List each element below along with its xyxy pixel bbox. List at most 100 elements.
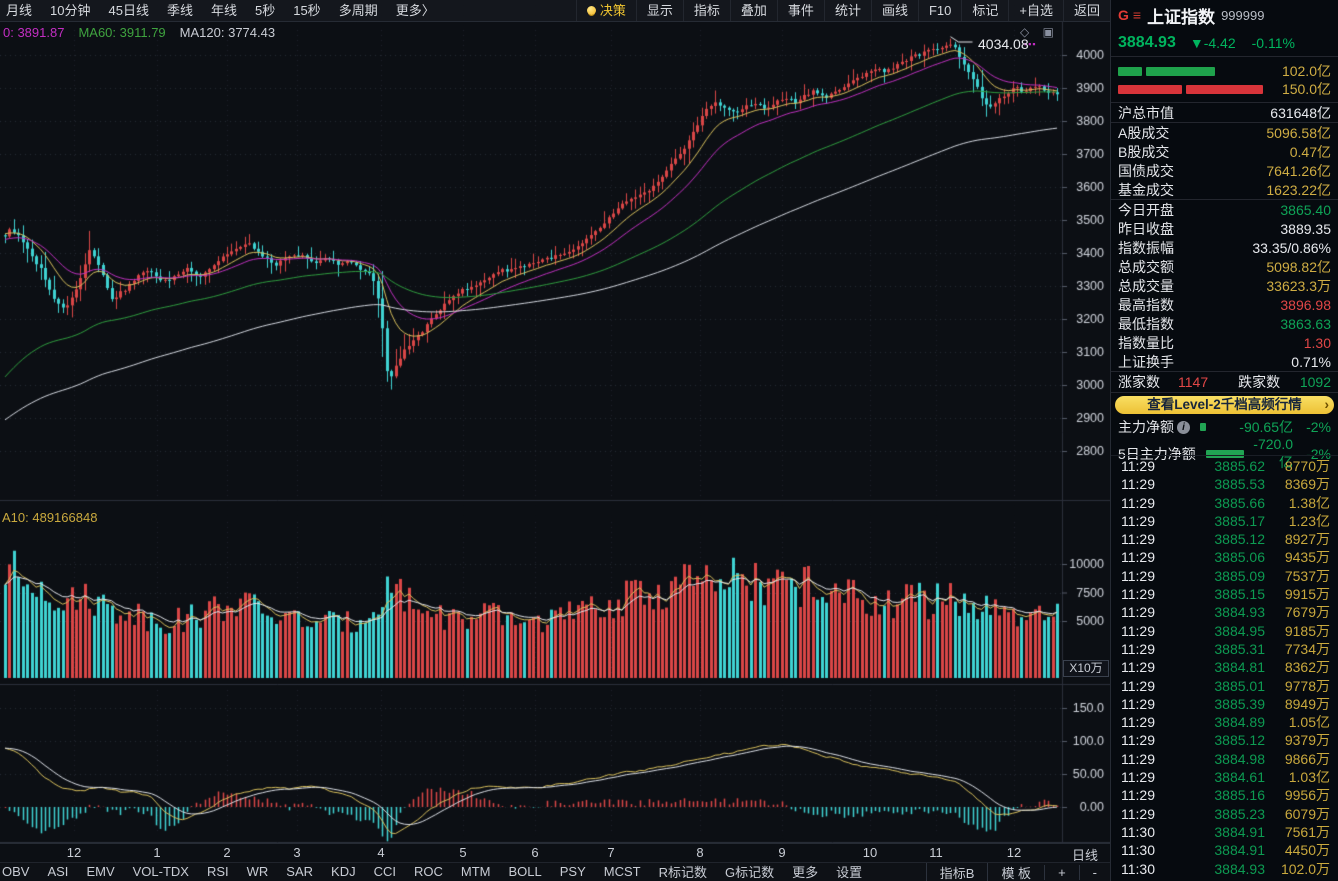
tick-row[interactable]: 11:293885.069435万	[1111, 547, 1338, 565]
tool-item-事件[interactable]: 事件	[777, 0, 824, 21]
tick-price: 3884.91	[1169, 824, 1265, 840]
stat-value: 3865.40	[1280, 202, 1331, 218]
stat-row-基金成交: 基金成交1623.22亿	[1111, 180, 1338, 199]
period-item-更多〉[interactable]: 更多〉	[387, 0, 444, 21]
tick-row[interactable]: 11:293884.937679万	[1111, 602, 1338, 620]
indicator-tab-ASI[interactable]: ASI	[38, 864, 77, 879]
tool-item-+自选[interactable]: +自选	[1008, 0, 1063, 21]
chart-canvas[interactable]	[0, 22, 1110, 843]
tool-item-返回[interactable]: 返回	[1063, 0, 1110, 21]
stat-row-总成交量: 总成交量33623.3万	[1111, 276, 1338, 295]
tick-volume: 9435万	[1265, 547, 1330, 567]
decliners-count: 1092	[1300, 374, 1331, 390]
tick-row[interactable]: 11:293885.019778万	[1111, 676, 1338, 694]
tab-right--[interactable]: -	[1079, 865, 1110, 880]
tool-item-画线[interactable]: 画线	[871, 0, 918, 21]
tick-volume: 9956万	[1265, 785, 1330, 805]
tool-item-决策[interactable]: 决策	[576, 0, 636, 21]
tick-row[interactable]: 11:293885.628770万	[1111, 456, 1338, 474]
tick-row[interactable]: 11:293884.611.03亿	[1111, 767, 1338, 785]
indicator-tab-R标记数[interactable]: R标记数	[650, 862, 716, 881]
indicator-tab-KDJ[interactable]: KDJ	[322, 864, 365, 879]
tick-row[interactable]: 11:293885.538369万	[1111, 474, 1338, 492]
tick-row[interactable]: 11:293885.128927万	[1111, 529, 1338, 547]
market-flag: G	[1118, 7, 1129, 23]
tick-time: 11:29	[1121, 769, 1169, 785]
stat-label: 昨日收盘	[1118, 219, 1174, 239]
tick-row[interactable]: 11:293885.097537万	[1111, 566, 1338, 584]
tick-time: 11:30	[1121, 842, 1169, 858]
tool-item-统计[interactable]: 统计	[824, 0, 871, 21]
indicator-tab-SAR[interactable]: SAR	[277, 864, 322, 879]
tab-right-+[interactable]: +	[1044, 865, 1079, 880]
indicator-tab-MCST[interactable]: MCST	[595, 864, 650, 879]
tool-item-F10[interactable]: F10	[918, 0, 961, 21]
tick-row[interactable]: 11:293885.661.38亿	[1111, 493, 1338, 511]
tool-item-标记[interactable]: 标记	[961, 0, 1008, 21]
period-item-5秒[interactable]: 5秒	[246, 0, 284, 21]
period-item-多周期[interactable]: 多周期	[330, 0, 387, 21]
indicator-tab-RSI[interactable]: RSI	[198, 864, 238, 879]
tick-row[interactable]: 11:303884.914450万	[1111, 840, 1338, 858]
tick-price: 3885.15	[1169, 586, 1265, 602]
stat-section: 沪总市值631648亿	[1111, 102, 1338, 122]
tick-row[interactable]: 11:293884.818362万	[1111, 657, 1338, 675]
tool-item-叠加[interactable]: 叠加	[730, 0, 777, 21]
month-label-1: 1	[153, 845, 160, 860]
indicator-tab-VOL-TDX[interactable]: VOL-TDX	[124, 864, 198, 879]
period-item-10分钟[interactable]: 10分钟	[41, 0, 99, 21]
indicator-tab-EMV[interactable]: EMV	[77, 864, 123, 879]
tick-row[interactable]: 11:293884.891.05亿	[1111, 712, 1338, 730]
stat-label: 国债成交	[1118, 161, 1174, 181]
tick-row[interactable]: 11:293884.989866万	[1111, 749, 1338, 767]
period-item-45日线[interactable]: 45日线	[99, 0, 157, 21]
menu-icon[interactable]: ≡	[1133, 7, 1141, 23]
tick-row[interactable]: 11:293885.169956万	[1111, 785, 1338, 803]
tick-price: 3885.39	[1169, 696, 1265, 712]
indicator-tab-PSY[interactable]: PSY	[551, 864, 595, 879]
info-icon[interactable]: i	[1177, 421, 1190, 434]
flow-bar-value: 150.0亿	[1282, 79, 1331, 99]
tick-row[interactable]: 11:303884.93102.0万	[1111, 859, 1338, 877]
tick-row[interactable]: 11:293885.398949万	[1111, 694, 1338, 712]
tick-row[interactable]: 11:293885.171.23亿	[1111, 511, 1338, 529]
stat-value: 0.71%	[1291, 354, 1331, 370]
month-label-10: 10	[863, 845, 877, 860]
indicator-tab-BOLL[interactable]: BOLL	[499, 864, 550, 879]
tool-item-显示[interactable]: 显示	[636, 0, 683, 21]
tick-row[interactable]: 11:303884.917561万	[1111, 822, 1338, 840]
level2-button[interactable]: 查看Level-2千档高频行情›	[1115, 396, 1334, 414]
tick-row[interactable]: 11:293884.959185万	[1111, 621, 1338, 639]
indicator-tab-更多[interactable]: 更多	[783, 862, 827, 881]
tick-row[interactable]: 11:293885.129379万	[1111, 730, 1338, 748]
period-item-月线[interactable]: 月线	[0, 0, 41, 21]
period-item-季线[interactable]: 季线	[158, 0, 202, 21]
stat-label: 沪总市值	[1118, 103, 1174, 123]
tool-item-指标[interactable]: 指标	[683, 0, 730, 21]
indicator-tab-G标记数[interactable]: G标记数	[716, 862, 783, 881]
indicator-tab-CCI[interactable]: CCI	[365, 864, 405, 879]
tick-row[interactable]: 11:293885.159915万	[1111, 584, 1338, 602]
indicator-tab-ROC[interactable]: ROC	[405, 864, 452, 879]
bar-segment	[1186, 85, 1263, 94]
tick-volume: 7679万	[1265, 602, 1330, 622]
tab-right-指标B[interactable]: 指标B	[926, 863, 988, 881]
month-label-7: 7	[607, 845, 614, 860]
indicator-tab-WR[interactable]: WR	[238, 864, 278, 879]
tick-volume: 8927万	[1265, 529, 1330, 549]
tick-price: 3885.16	[1169, 787, 1265, 803]
indicator-tab-设置[interactable]: 设置	[827, 862, 871, 881]
period-item-年线[interactable]: 年线	[202, 0, 246, 21]
tab-right-模 板[interactable]: 模 板	[987, 863, 1044, 881]
tick-row[interactable]: 11:293885.236079万	[1111, 804, 1338, 822]
indicator-tab-MTM[interactable]: MTM	[452, 864, 500, 879]
tools-menu: 决策显示指标叠加事件统计画线F10标记+自选返回	[576, 0, 1110, 21]
period-item-15秒[interactable]: 15秒	[284, 0, 329, 21]
stat-row-指数振幅: 指数振幅33.35/0.86%	[1111, 238, 1338, 257]
indicator-tab-OBV[interactable]: OBV	[0, 864, 38, 879]
stat-value: 33.35/0.86%	[1252, 240, 1331, 256]
stat-value: 33623.3万	[1266, 276, 1331, 296]
tick-volume: 9185万	[1265, 621, 1330, 641]
tick-row[interactable]: 11:293885.317734万	[1111, 639, 1338, 657]
top-toolbar: 月线10分钟45日线季线年线5秒15秒多周期更多〉 决策显示指标叠加事件统计画线…	[0, 0, 1110, 22]
